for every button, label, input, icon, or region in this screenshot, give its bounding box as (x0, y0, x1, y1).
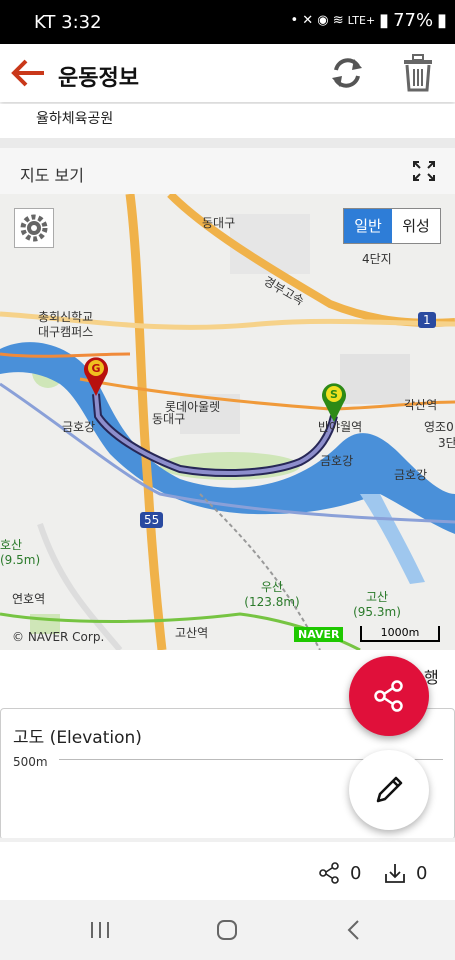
share-stat[interactable]: 0 (318, 862, 361, 884)
share-fab-button[interactable] (349, 656, 429, 736)
map-label: 롯데아울렛 (165, 400, 221, 414)
battery-level: 77% (393, 10, 434, 31)
back-arrow-icon[interactable] (10, 58, 46, 88)
goal-marker-icon: G (84, 357, 108, 396)
signal-icon: ▮ (379, 10, 390, 31)
map-label: 각산역 (404, 398, 438, 412)
app-bar: 운동정보 (0, 44, 455, 102)
map-label: 영조0 (424, 420, 454, 434)
map-label: 동대구 (202, 216, 236, 230)
divider (0, 138, 455, 148)
map-label: 호산 (9.5m) (0, 538, 41, 567)
share-icon (319, 862, 339, 884)
map-settings-button[interactable] (14, 208, 54, 248)
battery-icon: ▮ (437, 10, 447, 31)
recent-apps-icon[interactable] (88, 920, 112, 940)
map-label: 금호강 (394, 468, 428, 482)
status-icons: • ✕ ◉ ≋ (290, 13, 344, 28)
map-label: 우산 (123.8m) (244, 580, 300, 609)
download-stat[interactable]: 0 (384, 862, 427, 884)
map-label: 연호역 (12, 592, 46, 606)
map-label: 3단 (438, 436, 455, 450)
map-copyright: © NAVER Corp. (12, 630, 105, 644)
highway-shield-label: 55 (140, 512, 164, 528)
status-bar: KT 3:32 • ✕ ◉ ≋ LTE+ ▮ 77% ▮ (0, 0, 455, 44)
home-icon[interactable] (215, 918, 239, 942)
place-row: 율하체육공원 (0, 104, 455, 138)
back-icon[interactable] (344, 918, 364, 942)
download-icon (385, 864, 405, 883)
svg-text:S: S (330, 388, 338, 401)
trash-icon[interactable] (402, 54, 434, 92)
map-scale-bar: 1000m (360, 626, 440, 642)
highway-shield-label: 1 (418, 312, 436, 328)
page-title: 운동정보 (58, 66, 139, 91)
stats-footer: 0 0 (0, 842, 455, 900)
map-label: 금호강 (320, 454, 354, 468)
map-type-satellite-button[interactable]: 위성 (392, 209, 440, 243)
map-label: 고산역 (175, 626, 209, 640)
refresh-icon[interactable] (328, 56, 366, 90)
system-nav-bar (0, 900, 455, 960)
share-count: 0 (350, 862, 362, 884)
route-map[interactable]: G S 동대구 동대구 총회신학교 대구캠퍼스 롯데아울렛 금호강 반야월역 각… (0, 194, 455, 650)
map-label: 4단지 (362, 252, 392, 266)
gear-icon (20, 214, 48, 242)
status-carrier-time: KT 3:32 (34, 12, 102, 33)
scale-label: 1000m (380, 626, 420, 639)
map-type-toggle: 일반 위성 (343, 208, 441, 244)
fullscreen-icon[interactable] (412, 160, 436, 182)
elevation-title: 고도 (Elevation) (13, 728, 142, 748)
pencil-icon (376, 776, 403, 803)
map-label: 총회신학교 대구캠퍼스 (38, 310, 94, 339)
map-label: 고산 (95.3m) (353, 590, 401, 619)
naver-logo: NAVER (294, 627, 344, 642)
map-view-label: 지도 보기 (20, 166, 84, 185)
svg-text:G: G (91, 362, 100, 375)
download-count: 0 (416, 862, 428, 884)
map-label: 금호강 (62, 420, 96, 434)
network-indicator: LTE+ (347, 14, 376, 27)
share-icon (374, 680, 403, 712)
map-type-general-button[interactable]: 일반 (344, 209, 392, 243)
map-header: 지도 보기 (0, 148, 455, 194)
elevation-y-tick: 500m (13, 755, 48, 769)
place-name: 율하체육공원 (36, 111, 114, 127)
map-label: 반야월역 (318, 420, 363, 434)
edit-fab-button[interactable] (349, 750, 429, 830)
